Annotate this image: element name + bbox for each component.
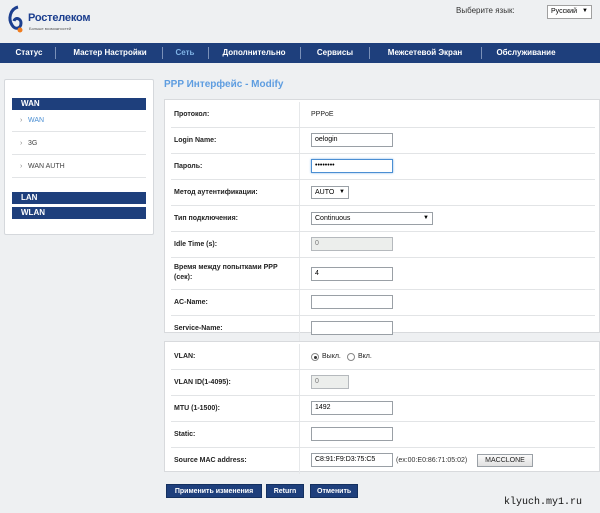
form-row-mac: Source MAC address: C8:91:F9:D3:75:C5 (e…: [171, 448, 595, 474]
brand-name: Ростелеком: [28, 12, 91, 24]
return-button[interactable]: Return: [266, 484, 304, 498]
login-name-input[interactable]: oelogin: [311, 133, 393, 147]
form-row-service-name: Service-Name:: [171, 316, 595, 342]
main-nav: Статус Мастер Настройки Сеть Дополнитель…: [0, 43, 600, 63]
login-label: Login Name:: [174, 137, 217, 144]
auth-method-select[interactable]: AUTO ▼: [311, 186, 349, 199]
nav-divider: [369, 47, 370, 59]
rostelecom-logo[interactable]: Ростелеком Больше возможностей: [6, 5, 116, 37]
mtu-input[interactable]: 1492: [311, 401, 393, 415]
retry-interval-label: Время между попытками PPP: [174, 264, 278, 271]
form-row-connection-type: Тип подключения: Continuous ▼: [171, 206, 595, 232]
nav-divider: [481, 47, 482, 59]
nav-item-network[interactable]: Сеть: [166, 43, 204, 63]
nav-item-wizard[interactable]: Мастер Настройки: [60, 43, 160, 63]
sidebar-item-label: WAN: [28, 117, 45, 124]
chevron-right-icon: ›: [20, 117, 23, 124]
mac-address-label: Source MAC address:: [174, 457, 247, 464]
vlan-settings-panel: VLAN: Выкл. Вкл. VLAN ID(1-4095): 0 MTU …: [164, 341, 600, 474]
password-input[interactable]: ••••••••: [311, 159, 393, 173]
password-label: Пароль:: [174, 163, 203, 170]
auth-method-value: AUTO: [315, 189, 335, 196]
form-row-protocol: Протокол: PPPoE: [171, 102, 595, 128]
vlan-id-input[interactable]: 0: [311, 375, 349, 389]
chevron-right-icon: ›: [20, 140, 23, 147]
protocol-value: PPPoE: [311, 111, 334, 118]
sidebar-item-wan-auth[interactable]: › WAN AUTH: [12, 156, 146, 178]
nav-divider: [208, 47, 209, 59]
watermark-text: klyuch.my1.ru: [504, 497, 583, 508]
connection-type-value: Continuous: [315, 215, 351, 222]
logo-icon: [8, 5, 23, 33]
sidebar-item-3g[interactable]: › 3G: [12, 133, 146, 155]
ac-name-label: AC-Name:: [174, 299, 208, 306]
ppp-settings-panel: Протокол: PPPoE Login Name: oelogin Паро…: [164, 99, 600, 342]
connection-type-label: Тип подключения:: [174, 215, 238, 222]
connection-type-select[interactable]: Continuous ▼: [311, 212, 433, 225]
language-select[interactable]: Русский ▼: [547, 5, 592, 19]
idle-time-input[interactable]: 0: [311, 237, 393, 251]
nav-divider: [162, 47, 163, 59]
ac-name-input[interactable]: [311, 295, 393, 309]
sidebar-item-label: 3G: [28, 140, 38, 147]
static-input[interactable]: [311, 427, 393, 441]
form-row-password: Пароль: ••••••••: [171, 154, 595, 180]
form-row-static: Static:: [171, 422, 595, 448]
vlan-radio-group: Выкл. Вкл.: [311, 353, 381, 363]
vlan-label: VLAN:: [174, 353, 196, 360]
retry-interval-unit-label: (сек):: [174, 274, 193, 281]
header: Ростелеком Больше возможностей Выберите …: [0, 0, 600, 42]
static-label: Static:: [174, 431, 196, 438]
auth-method-label: Метод аутентификации:: [174, 189, 258, 196]
sidebar-section-wan[interactable]: WAN: [12, 98, 146, 110]
form-row-auth: Метод аутентификации: AUTO ▼: [171, 180, 595, 206]
vlan-on-radio[interactable]: [347, 353, 355, 361]
form-row-retry-interval: Время между попытками PPP (сек): 4: [171, 258, 595, 290]
page-title: PPP Интерфейс - Modify: [164, 79, 284, 90]
sidebar-section-lan[interactable]: LAN: [12, 192, 146, 204]
mtu-label: MTU (1-1500):: [174, 405, 220, 412]
idle-time-label: Idle Time (s):: [174, 241, 218, 248]
form-row-mtu: MTU (1-1500): 1492: [171, 396, 595, 422]
vlan-on-label: Вкл.: [358, 353, 372, 360]
vlan-id-label: VLAN ID(1-4095):: [174, 379, 231, 386]
mac-address-input[interactable]: C8:91:F9:D3:75:C5: [311, 453, 393, 467]
nav-divider: [300, 47, 301, 59]
chevron-down-icon: ▼: [423, 215, 429, 221]
form-row-login: Login Name: oelogin: [171, 128, 595, 154]
sidebar-item-wan[interactable]: › WAN: [12, 110, 146, 132]
form-row-vlan: VLAN: Выкл. Вкл.: [171, 344, 595, 370]
chevron-down-icon: ▼: [339, 189, 345, 195]
mac-example-text: (ex:00:E0:86:71:05:02): [396, 457, 468, 464]
service-name-label: Service-Name:: [174, 325, 223, 332]
apply-changes-button[interactable]: Применить изменения: [166, 484, 262, 498]
retry-interval-input[interactable]: 4: [311, 267, 393, 281]
sidebar-item-label: WAN AUTH: [28, 163, 65, 170]
service-name-input[interactable]: [311, 321, 393, 335]
form-row-ac-name: AC-Name:: [171, 290, 595, 316]
vlan-off-radio[interactable]: [311, 353, 319, 361]
chevron-right-icon: ›: [20, 163, 23, 170]
chevron-down-icon: ▼: [582, 8, 588, 14]
nav-item-firewall[interactable]: Межсетевой Экран: [374, 43, 476, 63]
form-row-vlan-id: VLAN ID(1-4095): 0: [171, 370, 595, 396]
nav-item-maintenance[interactable]: Обслуживание: [484, 43, 568, 63]
brand-tagline: Больше возможностей: [29, 26, 72, 31]
form-row-idle-time: Idle Time (s): 0: [171, 232, 595, 258]
nav-item-services[interactable]: Сервисы: [304, 43, 366, 63]
language-label: Выберите язык:: [456, 6, 515, 15]
language-value: Русский: [551, 8, 577, 15]
nav-item-advanced[interactable]: Дополнительно: [212, 43, 296, 63]
sidebar-section-wlan[interactable]: WLAN: [12, 207, 146, 219]
nav-item-status[interactable]: Статус: [4, 43, 54, 63]
vlan-off-label: Выкл.: [322, 353, 341, 360]
nav-divider: [55, 47, 56, 59]
protocol-label: Протокол:: [174, 111, 210, 118]
cancel-button[interactable]: Отменить: [310, 484, 358, 498]
sidebar: WAN › WAN › 3G › WAN AUTH LAN WLAN: [4, 79, 154, 235]
macclone-button[interactable]: MACCLONE: [477, 454, 533, 467]
